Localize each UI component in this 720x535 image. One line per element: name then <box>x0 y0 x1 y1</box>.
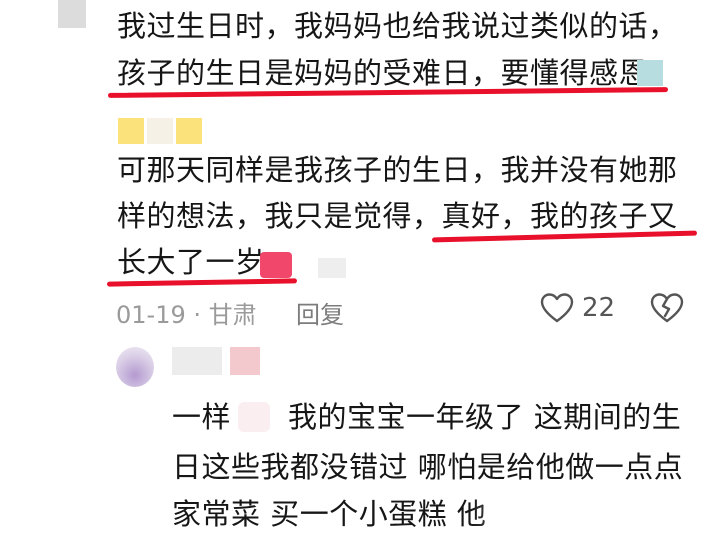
like-count: 22 <box>582 293 616 323</box>
reply-line-1: 一样 <box>172 400 232 434</box>
comment-date: 01-19 <box>116 301 186 329</box>
meta-separator: · <box>193 301 202 329</box>
reply-username[interactable] <box>172 347 222 375</box>
emoji-icon <box>318 258 346 278</box>
comment-line-2: 孩子的生日是妈妈的受难日，要懂得感恩 <box>117 56 649 90</box>
emoji-icon <box>176 118 202 144</box>
emoji-icon <box>118 118 144 144</box>
comment-line-4: 样的想法，我只是觉得，真好，我的孩子又 <box>117 199 678 233</box>
comment-line-5: 长大了一岁 <box>117 245 265 279</box>
user-badge-icon <box>230 347 260 375</box>
emoji-icon <box>147 118 173 144</box>
comment-line-3: 可那天同样是我孩子的生日，我并没有她那 <box>117 153 678 187</box>
reply-line-1b: 我的宝宝一年级了 这期间的生 <box>288 400 682 434</box>
reply-line-2: 日这些我都没错过 哪怕是给他做一点点 <box>172 450 684 484</box>
emoji-icon <box>260 252 292 278</box>
heart-icon[interactable] <box>540 292 574 324</box>
emoji-icon <box>637 60 663 86</box>
comment-location: 甘肃 <box>208 301 257 329</box>
emoji-icon <box>238 402 270 432</box>
text-fade-overlay <box>470 490 720 530</box>
commenter-avatar[interactable] <box>58 0 86 28</box>
reply-line-3: 家常菜 买一个小蛋糕 他 <box>172 497 487 531</box>
reply-button[interactable]: 回复 <box>296 295 344 330</box>
broken-heart-icon[interactable] <box>650 292 684 324</box>
comment-line-1: 我过生日时，我妈妈也给我说过类似的话， <box>117 9 678 43</box>
comment-meta: 01-19 · 甘肃 <box>116 295 257 330</box>
reply-avatar[interactable] <box>116 347 154 387</box>
